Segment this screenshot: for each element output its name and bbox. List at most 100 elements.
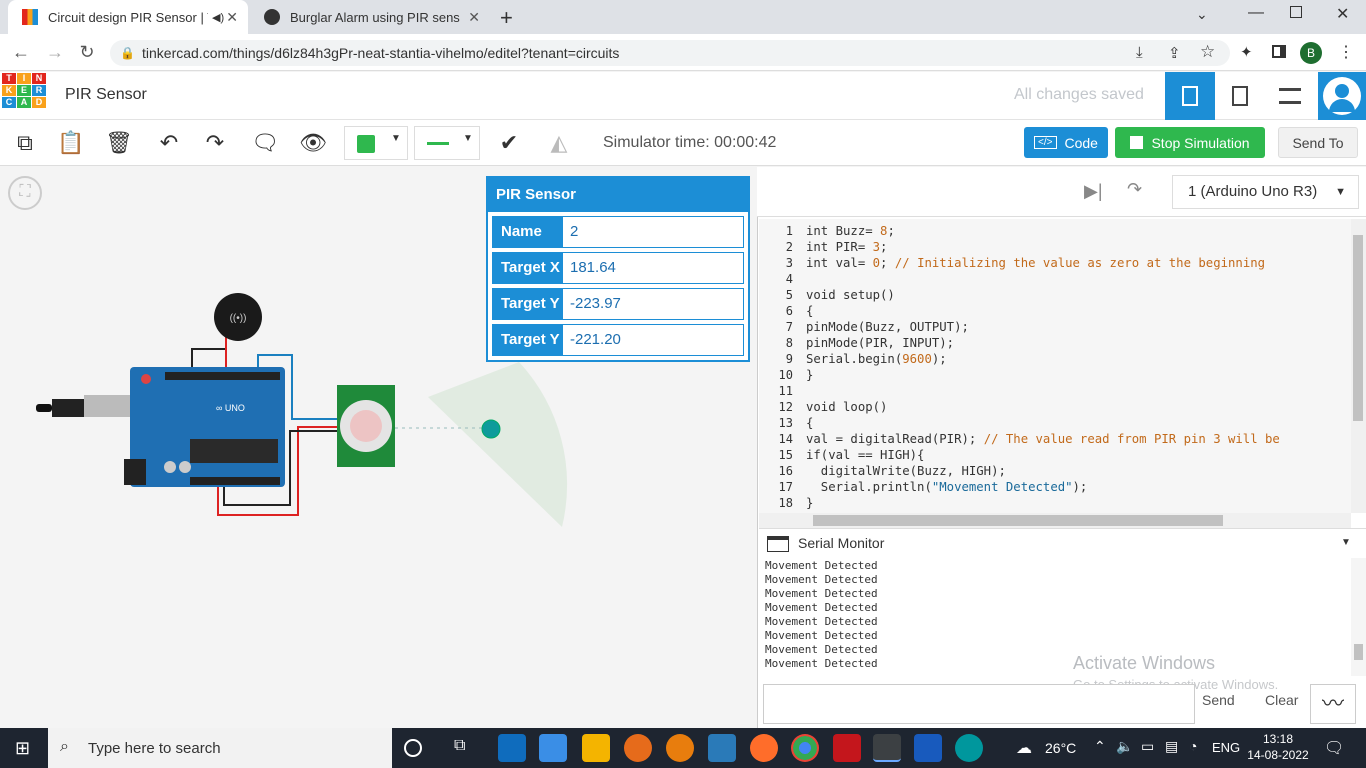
volume-icon[interactable]: 🔈 (1116, 738, 1133, 755)
rotate-icon[interactable]: ✔ (494, 128, 524, 158)
app-icon[interactable] (624, 734, 652, 762)
tinkercad-logo[interactable]: T I N K E R C A D (2, 73, 46, 120)
restore-icon[interactable] (1290, 6, 1302, 18)
project-title[interactable]: PIR Sensor (65, 86, 147, 104)
inspector-row-name[interactable]: Name 2 (492, 216, 744, 248)
target-y-2-input[interactable]: -221.20 (563, 325, 621, 355)
url-field[interactable]: 🔒 tinkercad.com/things/d6lz84h3gPr-neat-… (110, 40, 1230, 66)
weather-icon[interactable]: ☁ (1016, 738, 1032, 758)
inspector-row-target-y-2[interactable]: Target Y -221.20 (492, 324, 744, 356)
tab-search-icon[interactable]: ⌄ (1196, 6, 1208, 23)
graph-icon[interactable]: 〰 (1310, 684, 1356, 724)
target-x-input[interactable]: 181.64 (563, 253, 616, 283)
debug-icon[interactable]: ↷ (1127, 179, 1142, 200)
acrobat-icon[interactable] (833, 734, 861, 762)
word-icon[interactable] (914, 734, 942, 762)
scrollbar-thumb[interactable] (813, 515, 1223, 526)
blender-icon[interactable] (666, 734, 694, 762)
editor-horizontal-scrollbar[interactable] (759, 513, 1351, 528)
editor-vertical-scrollbar[interactable] (1351, 219, 1366, 513)
browser-menu-icon[interactable]: ⋮ (1338, 42, 1354, 62)
circuit-view-button[interactable] (1165, 72, 1215, 120)
serial-monitor-header[interactable]: Serial Monitor ▼ (759, 528, 1366, 558)
collapse-caret-icon[interactable]: ▼ (1341, 537, 1351, 548)
field-label: Name (493, 217, 563, 247)
chrome-profile-icon[interactable] (873, 734, 901, 762)
reload-icon[interactable]: ↻ (76, 42, 98, 63)
windows-start-icon[interactable]: ⊞ (15, 738, 30, 759)
bookmark-star-icon[interactable]: ☆ (1200, 42, 1215, 62)
send-to-button[interactable]: Send To (1278, 127, 1358, 158)
cortana-icon[interactable] (404, 739, 422, 757)
task-view-icon[interactable]: ⧉ (454, 737, 465, 755)
name-input[interactable]: 2 (563, 217, 578, 247)
target-y-input[interactable]: -223.97 (563, 289, 621, 319)
back-icon[interactable]: ← (10, 42, 32, 63)
step-icon[interactable]: ▶| (1084, 181, 1103, 202)
color-picker[interactable]: ▼ (344, 126, 408, 160)
device-select[interactable]: 1 (Arduino Uno R3) ▼ (1172, 175, 1359, 209)
source-code[interactable]: int Buzz= 8; int PIR= 3; int val= 0; // … (806, 223, 1280, 511)
mail-icon[interactable] (498, 734, 526, 762)
language-indicator[interactable]: ENG (1212, 740, 1240, 755)
arduino-icon[interactable] (955, 734, 983, 762)
user-avatar[interactable] (1318, 72, 1366, 120)
profile-avatar[interactable]: B (1300, 42, 1322, 64)
store-icon[interactable] (539, 734, 567, 762)
svg-text:∞ UNO: ∞ UNO (216, 403, 245, 413)
scrollbar-thumb[interactable] (1354, 644, 1363, 660)
component-list-icon[interactable] (1279, 88, 1301, 104)
copy-icon[interactable]: ⧉ (10, 128, 40, 158)
redo-icon[interactable]: ↷ (200, 128, 230, 158)
code-button[interactable]: </> Code (1024, 127, 1108, 158)
wifi-icon[interactable]: ◔ (1189, 738, 1197, 754)
stop-simulation-button[interactable]: Stop Simulation (1115, 127, 1265, 158)
line-numbers: 12345678910111213141516171819 (778, 224, 793, 513)
undo-icon[interactable]: ↶ (154, 128, 184, 158)
download-icon[interactable]: ⤓ (1136, 44, 1143, 61)
inspector-row-target-y[interactable]: Target Y -223.97 (492, 288, 744, 320)
tab-burglar-alarm[interactable]: Burglar Alarm using PIR sensor - ✕ (250, 0, 490, 34)
scrollbar-thumb[interactable] (1353, 235, 1363, 421)
inspector-row-target-x[interactable]: Target X 181.64 (492, 252, 744, 284)
delete-icon[interactable]: 🗑 (104, 128, 134, 158)
notifications-icon[interactable]: 🗨 (1324, 738, 1344, 758)
new-tab-icon[interactable]: + (500, 5, 513, 31)
serial-input[interactable] (763, 684, 1195, 724)
chrome-icon[interactable] (791, 734, 819, 762)
close-tab-icon[interactable]: ✕ (468, 9, 480, 26)
color-swatch (357, 135, 375, 153)
settings-app-icon[interactable] (708, 734, 736, 762)
toggle-notes-icon[interactable]: 👁 (298, 128, 328, 158)
wire-type-picker[interactable]: ▼ (414, 126, 480, 160)
taskbar-search[interactable]: ⌕ Type here to search (48, 728, 392, 768)
speaker-icon: ◀) (212, 11, 225, 24)
notes-icon[interactable]: 🗨 (250, 128, 280, 158)
show-hidden-icons[interactable]: ⌃ (1094, 738, 1106, 755)
temperature[interactable]: 26°C (1045, 740, 1076, 756)
forward-icon[interactable]: → (44, 42, 66, 63)
code-editor[interactable]: 12345678910111213141516171819 int Buzz= … (759, 219, 1351, 513)
clock-date[interactable]: 14-08-2022 (1240, 748, 1316, 762)
share-icon[interactable]: ⇪ (1168, 44, 1181, 62)
flip-icon[interactable]: ◭ (544, 128, 574, 158)
instructables-favicon-icon (264, 9, 280, 25)
serial-send-button[interactable]: Send (1202, 692, 1235, 708)
battery-icon[interactable]: ▭ (1141, 738, 1154, 755)
clock-time[interactable]: 13:18 (1248, 732, 1308, 746)
serial-scrollbar[interactable] (1351, 558, 1366, 676)
dropdown-caret-icon: ▼ (391, 133, 401, 144)
paste-icon[interactable]: 📋 (56, 128, 86, 158)
breadboard-icon (1182, 86, 1198, 106)
side-panel-icon[interactable] (1272, 45, 1286, 58)
file-explorer-icon[interactable] (582, 734, 610, 762)
close-window-icon[interactable]: ✕ (1336, 4, 1349, 24)
tab-tinkercad[interactable]: Circuit design PIR Sensor | Tinkercad ◀)… (8, 0, 248, 34)
serial-clear-button[interactable]: Clear (1265, 692, 1298, 708)
schematic-view-icon[interactable] (1232, 86, 1248, 106)
close-tab-icon[interactable]: ✕ (226, 9, 238, 26)
firefox-icon[interactable] (750, 734, 778, 762)
extensions-icon[interactable]: ✦ (1240, 43, 1253, 61)
network-icon[interactable]: ▤ (1165, 738, 1178, 755)
minimize-icon[interactable]: — (1248, 4, 1264, 22)
